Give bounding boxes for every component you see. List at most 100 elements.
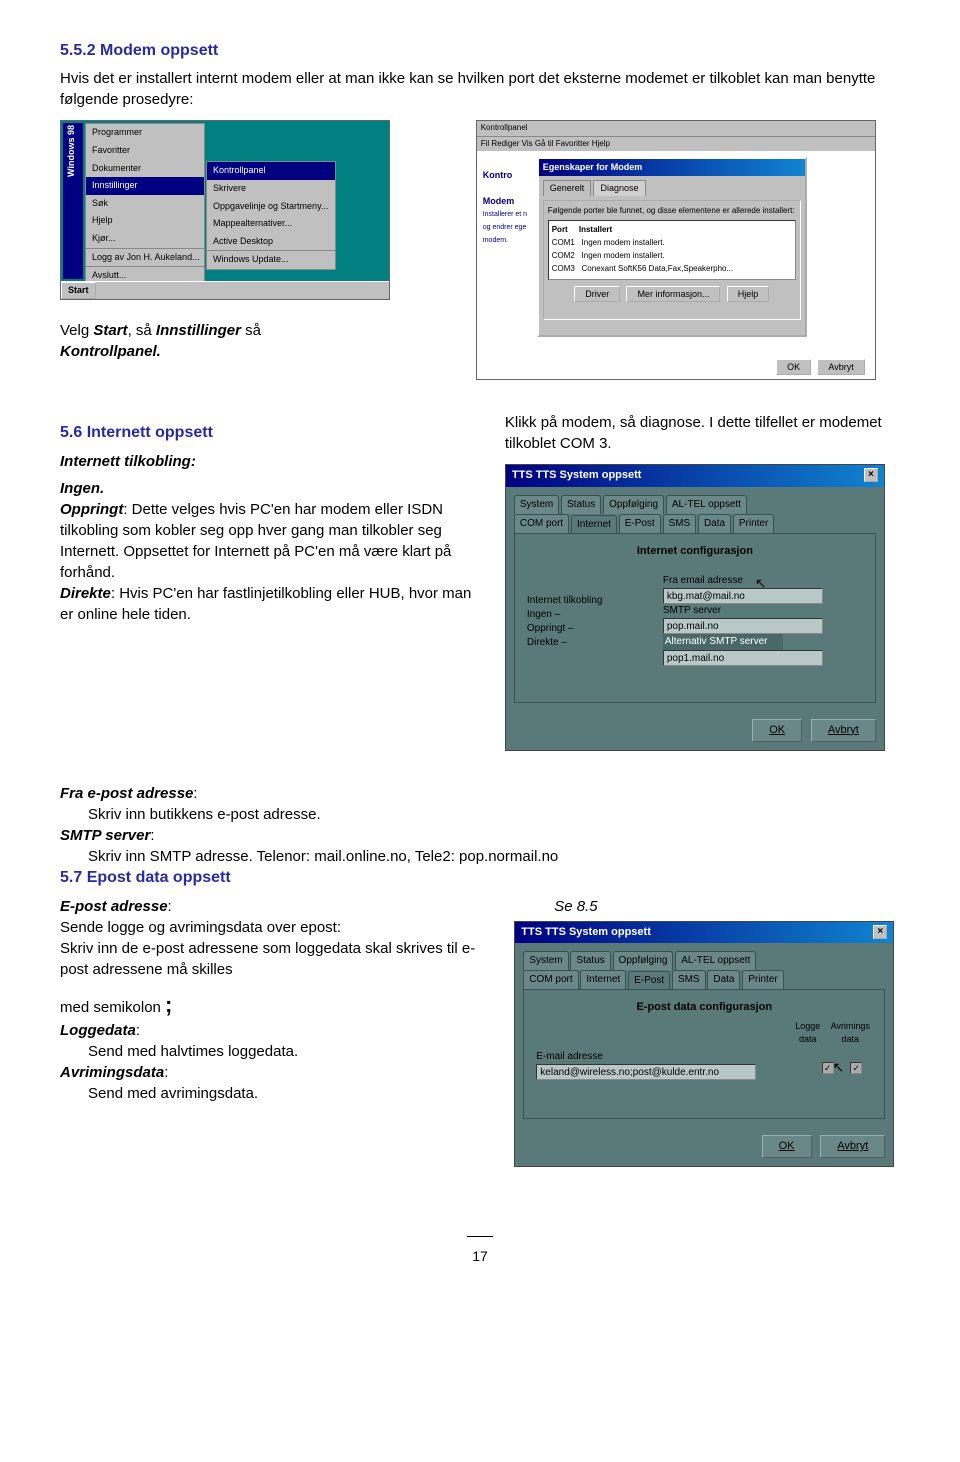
tts-tab: Data [698,514,731,533]
tts-opt-ingen: Ingen – [527,608,603,622]
cp-row: COM1 Ingen modem installert. [551,236,793,249]
page-number: 17 [60,1227,900,1266]
cp-cancel-button: Avbryt [817,359,864,376]
tts-tab-active: Internet [571,515,617,534]
tts1-panel-title: Internet configurasjon [525,544,865,559]
tts-cancel-button: Avbryt [811,719,876,742]
tts-lbl-from: Fra email adresse [663,574,783,588]
tts-ok-button: OK [762,1135,812,1158]
tts-lbl-tilkobling: Internet tilkobling [527,594,603,608]
tts-lbl-email: E-mail adresse [536,1050,603,1064]
cp-btn-help: Hjelp [727,286,770,303]
start-button: Start [61,282,96,299]
oppringt-para: Oppringt: Dette velges hvis PC'en har mo… [60,499,475,583]
sm-sub-item-selected: Kontrollpanel [207,162,335,180]
sm-item: Dokumenter [86,160,204,178]
sm-sub-item: Skrivere [207,180,335,198]
ingen-label: Ingen. [60,478,475,499]
sm-item: Favoritter [86,142,204,160]
tts-input-smtp: pop.mail.no [663,618,823,634]
tts-tab: Internet [580,970,626,989]
loggedata-block: Loggedata: Send med halvtimes loggedata. [60,1020,484,1062]
close-icon: × [864,468,878,482]
tts-ok-button: OK [752,719,802,742]
tts-tab: AL-TEL oppsett [666,495,747,514]
tts-tab: Status [570,951,610,970]
cp-btn-moreinfo: Mer informasjon... [626,286,720,303]
cp-dialog-title: Egenskaper for Modem [539,159,805,176]
cp-btn-driver: Driver [574,286,620,303]
sm-item: Kjør... [86,230,204,248]
tts-input-email: keland@wireless.no;post@kulde.entr.no [536,1064,756,1080]
tts-opt-direkte: Direkte – [527,636,603,650]
cursor-icon: ↖ [833,1058,845,1078]
close-icon: × [873,925,887,939]
screenshot-startmenu: Windows 98 Programmer Favoritter Dokumen… [60,120,390,300]
tts-tab: SMS [663,514,697,533]
tts-tab: Data [707,970,740,989]
cp-row: COM3 Conexant SoftK56 Data,Fax,Speakerph… [551,262,793,275]
tts-lbl-loggedata: Logge data [788,1020,828,1045]
tts1-title: TTS TTS System oppsett [512,468,642,483]
tts-tab: System [514,495,559,514]
tts-tab: AL-TEL oppsett [675,951,756,970]
klikk-text: Klikk på modem, så diagnose. I dette til… [505,412,900,454]
cp-dialog: Egenskaper for Modem Generelt Diagnose F… [537,157,807,337]
screenshot-tts-epost: TTS TTS System oppsett × System Status O… [514,921,894,1168]
avrimings-block: Avrimingsdata: Send med avrimingsdata. [60,1062,484,1104]
tts-cancel-button: Avbryt [820,1135,885,1158]
tts-tab: Oppfølging [603,495,664,514]
cp-row: COM2 Ingen modem installert. [551,249,793,262]
velg-text: Velg Start, så Innstillinger så Kontroll… [60,320,446,362]
sm-sub-item: Active Desktop [207,233,335,251]
tts2-title: TTS TTS System oppsett [521,925,651,940]
tts-tab: System [523,951,568,970]
smtp-block: SMTP server: Skriv inn SMTP adresse. Tel… [60,825,900,867]
checkbox-avr: ✓ [850,1062,862,1074]
tts-tab: E-Post [619,514,661,533]
tts-tab: COM port [514,514,569,533]
cp-title: Kontrollpanel [477,121,875,137]
sm-sub-item: Mappealternativer... [207,215,335,233]
fra-epost-block: Fra e-post adresse: Skriv inn butikkens … [60,783,900,825]
cp-info: Følgende porter ble funnet, og disse ele… [548,205,796,216]
tts-tab-active: E-Post [628,971,670,990]
tts2-panel-title: E-post data configurasjon [534,1000,874,1015]
cp-side-title: Kontro [483,170,513,180]
tts-tab: COM port [523,970,578,989]
screenshot-tts-internet: TTS TTS System oppsett × System Status O… [505,464,885,751]
tts-tab: Printer [733,514,774,533]
sm-item: Programmer [86,124,204,142]
p2: Skriv inn de e-post adressene som logged… [60,938,484,980]
heading-56: 5.6 Internett oppsett [60,422,475,444]
tts-tab: Status [561,495,601,514]
tts-tab: Oppfølging [613,951,674,970]
subhead-56: Internett tilkobling: [60,451,475,472]
p1: Sende logge og avrimingsdata over epost: [60,917,484,938]
sm-sub-item: Windows Update... [207,250,335,269]
para-552: Hvis det er installert internt modem ell… [60,68,900,110]
sm-item: Logg av Jon H. Aukeland... [86,248,204,267]
sm-item-selected: Innstillinger [86,177,204,195]
epost-adresse-line: E-post adresse: [60,896,484,917]
screenshot-controlpanel: Kontrollpanel Fil Rediger Vis Gå til Fav… [476,120,876,380]
startmenu-sidebar: Windows 98 [63,123,80,179]
sm-item: Hjelp [86,212,204,230]
cp-tab-diagnose: Diagnose [593,180,645,196]
cp-menu: Fil Rediger Vis Gå til Favoritter Hjelp [477,137,875,151]
sm-item: Søk [86,195,204,213]
see-85: Se 8.5 [554,896,900,917]
cp-tab-general: Generelt [543,180,592,196]
tts-lbl-smtp: SMTP server [663,604,783,618]
tts-tab: Printer [742,970,783,989]
heading-552: 5.5.2 Modem oppsett [60,40,900,62]
p3: med semikolon ; [60,990,484,1021]
sm-sub-item: Oppgavelinje og Startmeny... [207,198,335,216]
tts-opt-oppringt: Oppringt – [527,622,603,636]
tts-input-from: kbg.mat@mail.no [663,588,823,604]
tts-tab: SMS [672,970,706,989]
tts-lbl-altsmtp: Alternativ SMTP server [663,634,783,650]
heading-57: 5.7 Epost data oppsett [60,867,900,889]
tts-lbl-avrdata: Avrimings data [830,1020,870,1045]
cp-ok-button: OK [776,359,811,376]
